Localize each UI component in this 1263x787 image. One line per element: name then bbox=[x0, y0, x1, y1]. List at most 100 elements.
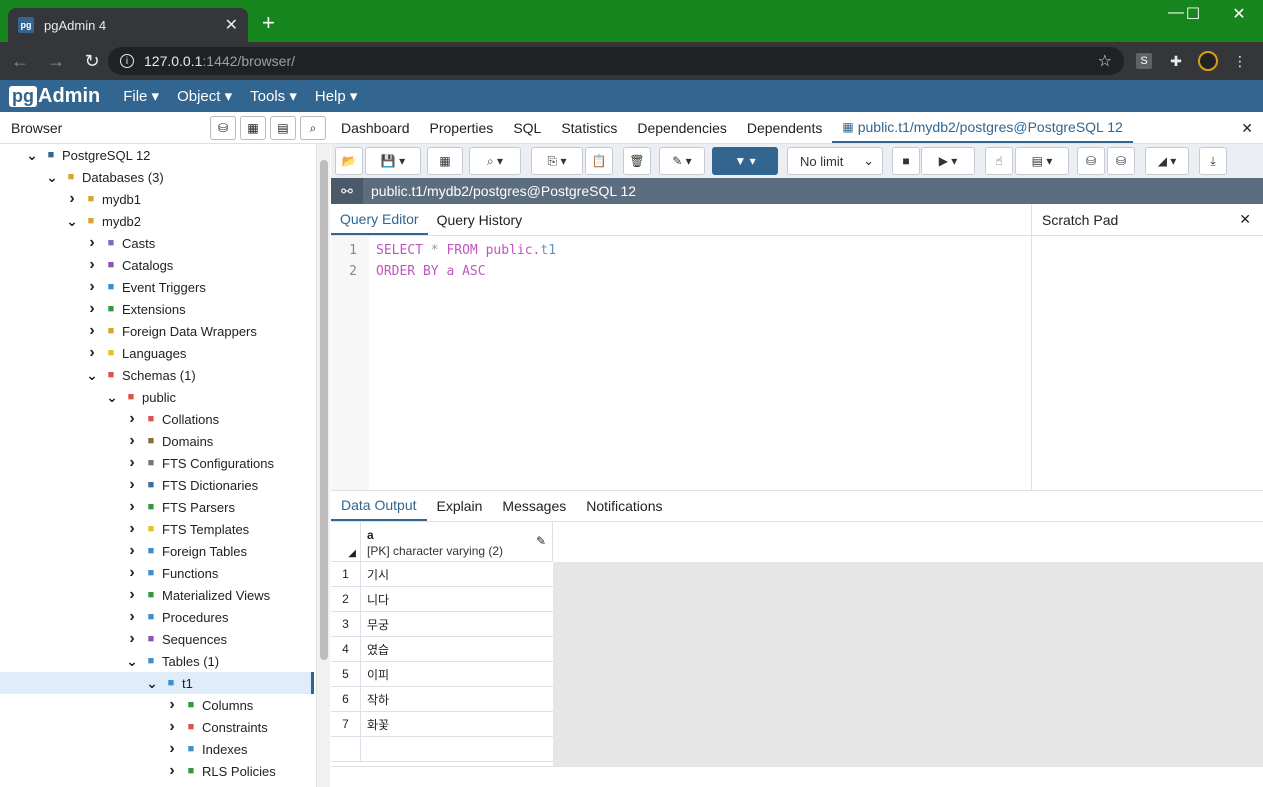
row-index[interactable]: 2 bbox=[331, 587, 361, 611]
close-tab-icon[interactable]: ✕ bbox=[1241, 120, 1253, 137]
maximize-icon[interactable]: ☐ bbox=[1170, 4, 1216, 24]
row-index[interactable]: 5 bbox=[331, 662, 361, 686]
tree-item[interactable]: ⌄ ■ t1 bbox=[0, 672, 314, 694]
tree-item[interactable]: › ■ Indexes bbox=[0, 738, 314, 760]
chevron-right-icon[interactable]: › bbox=[124, 564, 140, 582]
chevron-right-icon[interactable]: › bbox=[124, 520, 140, 538]
tree-item[interactable]: › ■ FTS Dictionaries bbox=[0, 474, 314, 496]
rollback-icon[interactable]: ⛁ bbox=[1107, 147, 1135, 175]
delete-icon[interactable]: 🗑 bbox=[623, 147, 651, 175]
chevron-right-icon[interactable]: › bbox=[84, 344, 100, 362]
search-objects-icon[interactable]: ⌕ bbox=[300, 116, 326, 140]
table-row[interactable]: 2 니다 bbox=[331, 587, 553, 612]
tree-item[interactable]: ⌄ ■ Tables (1) bbox=[0, 650, 314, 672]
find-button[interactable]: ⌕ ▾ bbox=[469, 147, 521, 175]
chevron-right-icon[interactable]: › bbox=[124, 542, 140, 560]
select-all-corner[interactable]: ◢ bbox=[331, 522, 361, 562]
table-row[interactable]: 3 무궁 bbox=[331, 612, 553, 637]
table-row[interactable]: 1 기시 bbox=[331, 562, 553, 587]
cell-value[interactable]: 작하 bbox=[361, 687, 389, 711]
site-info-icon[interactable]: i bbox=[120, 54, 134, 68]
edit-button[interactable]: ✎ ▾ bbox=[659, 147, 705, 175]
cell-value[interactable]: 였습 bbox=[361, 637, 389, 661]
execute-button[interactable]: ▶ ▾ bbox=[921, 147, 975, 175]
tree-item[interactable]: › ■ Casts bbox=[0, 232, 314, 254]
row-index[interactable]: 1 bbox=[331, 562, 361, 586]
tree-item[interactable]: › ■ Constraints bbox=[0, 716, 314, 738]
tab-statistics[interactable]: Statistics bbox=[551, 112, 627, 143]
cell-value[interactable]: 무궁 bbox=[361, 612, 389, 636]
filter-button[interactable]: ▼ ▾ bbox=[712, 147, 778, 175]
edit-grid-icon[interactable]: ▦ bbox=[427, 147, 463, 175]
sql-editor[interactable]: 1 SELECT * FROM public.t1 2 ORDER BY a A… bbox=[331, 236, 1031, 490]
tree-item[interactable]: › ■ FTS Configurations bbox=[0, 452, 314, 474]
chevron-right-icon[interactable]: › bbox=[124, 630, 140, 648]
chevron-down-icon[interactable]: ⌄ bbox=[144, 675, 160, 692]
forward-icon[interactable]: → bbox=[40, 51, 72, 72]
new-tab-button[interactable]: + bbox=[262, 12, 275, 34]
download-icon[interactable]: ⤓ bbox=[1199, 147, 1227, 175]
extensions-puzzle-icon[interactable]: ✚ bbox=[1166, 51, 1186, 71]
chevron-right-icon[interactable]: › bbox=[124, 432, 140, 450]
table-row[interactable]: 5 이피 bbox=[331, 662, 553, 687]
bookmark-star-icon[interactable]: ☆ bbox=[1098, 51, 1112, 71]
row-index[interactable]: 4 bbox=[331, 637, 361, 661]
chevron-right-icon[interactable]: › bbox=[164, 740, 180, 758]
cell-value[interactable]: 화꽃 bbox=[361, 712, 389, 736]
tab-query-history[interactable]: Query History bbox=[428, 204, 532, 235]
chevron-right-icon[interactable]: › bbox=[64, 190, 80, 208]
tree-item[interactable]: › ■ Domains bbox=[0, 430, 314, 452]
back-icon[interactable]: ← bbox=[4, 51, 36, 72]
tab-close-icon[interactable]: ✕ bbox=[225, 15, 238, 35]
explain-icon[interactable]: ☝ bbox=[985, 147, 1013, 175]
tab-messages[interactable]: Messages bbox=[492, 491, 576, 521]
scratch-pad-textarea[interactable] bbox=[1031, 236, 1263, 490]
row-index[interactable] bbox=[331, 737, 361, 761]
chevron-right-icon[interactable]: › bbox=[164, 696, 180, 714]
query-tool-icon[interactable]: ⛁ bbox=[210, 116, 236, 140]
commit-icon[interactable]: ⛁ bbox=[1077, 147, 1105, 175]
chevron-right-icon[interactable]: › bbox=[84, 234, 100, 252]
row-index[interactable]: 7 bbox=[331, 712, 361, 736]
chevron-right-icon[interactable]: › bbox=[84, 256, 100, 274]
tab-notifications[interactable]: Notifications bbox=[576, 491, 672, 521]
url-input[interactable]: i 127.0.0.1:1442/browser/ ☆ bbox=[108, 47, 1124, 75]
chevron-right-icon[interactable]: › bbox=[124, 608, 140, 626]
row-index[interactable]: 3 bbox=[331, 612, 361, 636]
chevron-down-icon[interactable]: ⌄ bbox=[24, 147, 40, 164]
chevron-down-icon[interactable]: ⌄ bbox=[64, 213, 80, 230]
chevron-down-icon[interactable]: ⌄ bbox=[44, 169, 60, 186]
browser-tab[interactable]: pg pgAdmin 4 ✕ bbox=[8, 8, 248, 42]
stop-icon[interactable]: ■ bbox=[892, 147, 920, 175]
tab-dependencies[interactable]: Dependencies bbox=[627, 112, 737, 143]
menu-help[interactable]: Help ▾ bbox=[315, 87, 358, 105]
tree-item[interactable]: › ■ RLS Policies bbox=[0, 760, 314, 782]
tree-item[interactable]: ⌄ ■ Databases (3) bbox=[0, 166, 314, 188]
tab-data-output[interactable]: Data Output bbox=[331, 491, 427, 521]
table-row[interactable]: 4 였습 bbox=[331, 637, 553, 662]
paste-icon[interactable]: 📋 bbox=[585, 147, 613, 175]
copy-button[interactable]: ⎘ ▾ bbox=[531, 147, 583, 175]
tree-item[interactable]: ⌄ ■ Schemas (1) bbox=[0, 364, 314, 386]
chevron-down-icon[interactable]: ⌄ bbox=[124, 653, 140, 670]
menu-file[interactable]: File ▾ bbox=[123, 87, 159, 105]
row-limit-select[interactable]: No limit ⌄ bbox=[787, 147, 883, 175]
tree-item[interactable]: › ■ Functions bbox=[0, 562, 314, 584]
table-row[interactable]: 6 작하 bbox=[331, 687, 553, 712]
view-data-icon[interactable]: ▦ bbox=[240, 116, 266, 140]
reload-icon[interactable]: ↻ bbox=[76, 51, 108, 72]
edit-pencil-icon[interactable]: ✎ bbox=[536, 534, 546, 548]
tab-properties[interactable]: Properties bbox=[420, 112, 504, 143]
tree-item[interactable]: › ■ FTS Parsers bbox=[0, 496, 314, 518]
tree-item[interactable]: › ■ mydb1 bbox=[0, 188, 314, 210]
connection-status-icon[interactable]: ⚯ bbox=[331, 178, 363, 204]
explain-analyze-button[interactable]: ▤ ▾ bbox=[1015, 147, 1069, 175]
tree-item[interactable]: › ■ Foreign Data Wrappers bbox=[0, 320, 314, 342]
chevron-down-icon[interactable]: ⌄ bbox=[104, 389, 120, 406]
chevron-right-icon[interactable]: › bbox=[164, 762, 180, 780]
chevron-right-icon[interactable]: › bbox=[164, 718, 180, 736]
cell-value[interactable]: 기시 bbox=[361, 562, 389, 586]
tree-item[interactable]: ⌄ ■ mydb2 bbox=[0, 210, 314, 232]
chevron-right-icon[interactable]: › bbox=[124, 498, 140, 516]
tab-query-editor[interactable]: Query Editor bbox=[331, 204, 428, 235]
